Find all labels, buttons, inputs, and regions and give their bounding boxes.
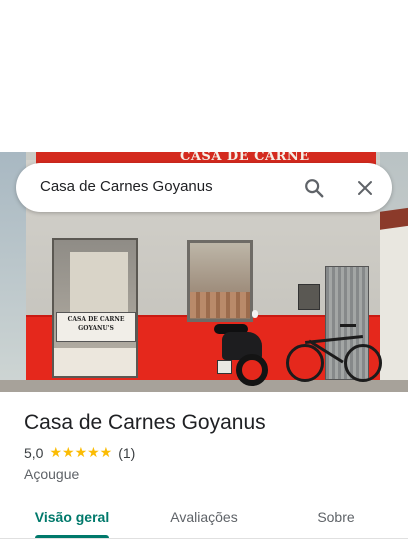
meat-display	[190, 292, 250, 318]
door-interior	[70, 252, 128, 312]
bicycle-handlebar	[340, 324, 356, 327]
close-icon	[358, 181, 372, 195]
search-button[interactable]	[298, 172, 330, 204]
rating-row[interactable]: 5,0 ★★★★★ (1)	[24, 445, 135, 461]
door-floor	[54, 348, 136, 376]
door-sign: CASA DE CARNE GOYANU'S	[56, 312, 136, 342]
neighbor-house	[380, 214, 408, 384]
place-category[interactable]: Açougue	[24, 466, 79, 482]
bicycle-front-wheel	[344, 344, 382, 382]
bicycle-rear-wheel	[286, 344, 324, 382]
close-button[interactable]	[349, 172, 381, 204]
tab-reviews[interactable]: Avaliações	[156, 496, 252, 538]
rating-value: 5,0	[24, 445, 44, 461]
electric-meter	[298, 284, 320, 310]
star-rating-icon: ★★★★★	[49, 445, 113, 461]
search-bar[interactable]: Casa de Carnes Goyanus	[16, 163, 392, 212]
sidewalk	[0, 380, 408, 392]
search-icon	[305, 179, 324, 198]
review-count[interactable]: (1)	[118, 445, 135, 461]
place-name: Casa de Carnes Goyanus	[24, 411, 266, 434]
tab-about[interactable]: Sobre	[294, 496, 378, 538]
tab-overview[interactable]: Visão geral	[24, 496, 120, 538]
motorbike-plate	[217, 360, 232, 374]
motorbike-mirror	[252, 310, 258, 318]
search-input[interactable]: Casa de Carnes Goyanus	[40, 178, 213, 195]
place-tabs: Visão geral Avaliações Sobre	[0, 496, 408, 538]
motorbike-wheel	[236, 354, 268, 386]
map-blank-area	[0, 0, 408, 152]
tabs-divider	[0, 538, 408, 539]
